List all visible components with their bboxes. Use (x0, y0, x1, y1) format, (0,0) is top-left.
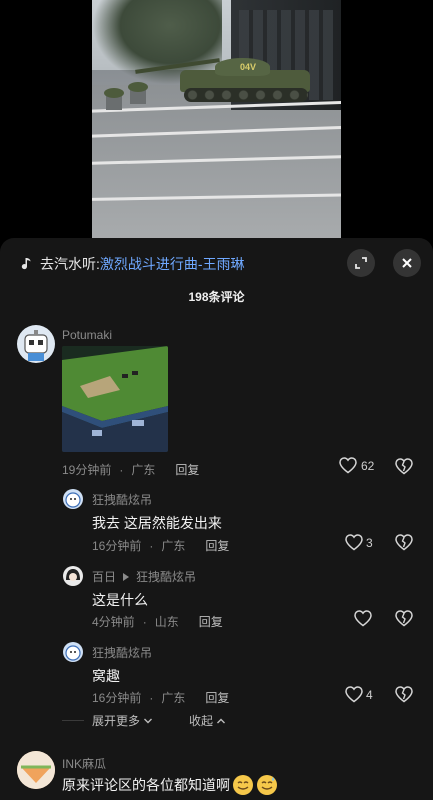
avatar[interactable] (63, 642, 83, 662)
reply-header: 百日 狂拽酷炫吊 (92, 568, 196, 585)
music-link[interactable]: 去汽水听: 激烈战斗进行曲-王雨琳 (18, 254, 245, 274)
like-button[interactable]: 62 (339, 457, 374, 474)
reply-time: 16分钟前 (92, 539, 142, 553)
expand-button[interactable] (347, 249, 375, 277)
collapse-button[interactable]: 收起 (189, 712, 226, 729)
heart-icon (345, 534, 363, 551)
comment-time: 19分钟前 (62, 463, 112, 477)
divider-line (62, 720, 84, 721)
expand-icon (355, 257, 367, 269)
close-icon (402, 258, 412, 268)
broken-heart-icon (395, 610, 413, 627)
replies-controls: 展开更多 收起 (62, 712, 226, 729)
heart-icon (339, 457, 357, 474)
tank-number: 04V (240, 62, 257, 72)
video-frame: 04V (92, 0, 341, 240)
dislike-button[interactable] (395, 686, 413, 703)
expand-more-button[interactable]: 展开更多 (92, 712, 153, 729)
chevron-down-icon (144, 718, 153, 723)
comment-text: 原来评论区的各位都知道啊 (62, 777, 230, 793)
reply-location: 广东 (161, 539, 186, 553)
reply-username[interactable]: 狂拽酷炫吊 (92, 644, 152, 661)
comment-body: 原来评论区的各位都知道啊 (62, 774, 278, 796)
reply-meta: 16分钟前 · 广东 回复 (92, 537, 230, 554)
avatar-face-icon (66, 569, 80, 581)
reply-meta: 4分钟前 · 山东 回复 (92, 613, 223, 630)
sweat-smile-emoji-icon (233, 775, 253, 795)
like-button[interactable] (354, 610, 372, 627)
close-button[interactable] (393, 249, 421, 277)
dislike-button[interactable] (395, 458, 413, 475)
reply-username[interactable]: 狂拽酷炫吊 (92, 491, 152, 508)
broken-heart-icon (395, 534, 413, 551)
dislike-button[interactable] (395, 534, 413, 551)
comment-image[interactable] (62, 346, 168, 452)
chevron-up-icon (217, 718, 226, 723)
reply-button[interactable]: 回复 (205, 537, 229, 554)
video-player[interactable]: 04V (0, 0, 433, 240)
reply-arrow-icon (123, 572, 130, 581)
music-prefix: 去汽水听: (40, 256, 100, 272)
avatar[interactable] (17, 325, 55, 363)
reply-location: 山东 (154, 615, 179, 629)
comment-location: 广东 (131, 463, 156, 477)
comment-username[interactable]: INK麻瓜 (62, 755, 106, 772)
comments-count-title: 198条评论 (188, 290, 245, 304)
reply-time: 4分钟前 (92, 615, 135, 629)
reply-location: 广东 (161, 691, 186, 705)
tank-image: 04V (135, 52, 310, 107)
reply-time: 16分钟前 (92, 691, 142, 705)
comment-meta: 19分钟前 · 广东 回复 (62, 461, 200, 478)
like-button[interactable]: 3 (345, 534, 373, 551)
avatar-melon-icon (17, 751, 55, 789)
music-song-title[interactable]: 激烈战斗进行曲-王雨琳 (100, 254, 245, 274)
dislike-button[interactable] (395, 610, 413, 627)
broken-heart-icon (395, 686, 413, 703)
comment-sheet: 去汽水听: 激烈战斗进行曲-王雨琳 198条评论 Potumaki 19分钟前 … (0, 238, 433, 800)
avatar[interactable] (17, 751, 55, 789)
like-count: 4 (366, 687, 373, 702)
music-note-icon (21, 258, 31, 270)
sweat-smile-emoji-icon (257, 775, 277, 795)
collapse-label: 收起 (189, 714, 214, 728)
reply-to-username[interactable]: 狂拽酷炫吊 (136, 568, 196, 585)
avatar-cartoon-icon (65, 645, 81, 661)
avatar[interactable] (63, 566, 83, 586)
reply-button[interactable]: 回复 (205, 689, 229, 706)
reply-button[interactable]: 回复 (199, 613, 223, 630)
avatar[interactable] (63, 489, 83, 509)
reply-username[interactable]: 百日 (92, 568, 116, 585)
like-count: 62 (361, 458, 375, 473)
heart-icon (345, 686, 363, 703)
expand-more-label: 展开更多 (92, 714, 141, 728)
reply-text: 这是什么 (92, 592, 148, 608)
heart-icon (354, 610, 372, 627)
reply-meta: 16分钟前 · 广东 回复 (92, 689, 230, 706)
like-count: 3 (366, 535, 373, 550)
reply-text: 窝趣 (92, 668, 120, 684)
broken-heart-icon (395, 458, 413, 475)
like-button[interactable]: 4 (345, 686, 373, 703)
avatar-cartoon-icon (65, 492, 81, 508)
comment-username[interactable]: Potumaki (62, 328, 112, 342)
reply-text: 我去 这居然能发出来 (92, 515, 222, 531)
avatar-robot-icon (24, 330, 48, 361)
reply-button[interactable]: 回复 (175, 461, 199, 478)
